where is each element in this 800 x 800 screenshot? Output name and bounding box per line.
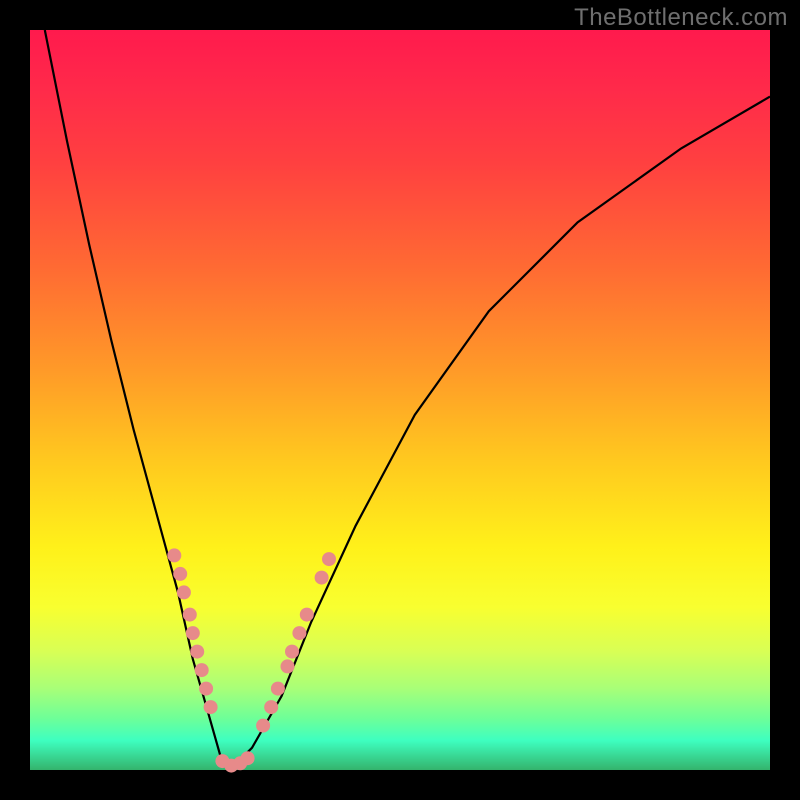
data-point-dot [281, 659, 295, 673]
data-point-dot [204, 700, 218, 714]
data-point-dot [271, 682, 285, 696]
data-point-dot [256, 719, 270, 733]
data-point-dot [173, 567, 187, 581]
data-point-dot [195, 663, 209, 677]
watermark-text: TheBottleneck.com [574, 4, 788, 32]
data-point-dot [300, 608, 314, 622]
data-point-dot [183, 608, 197, 622]
data-point-dot [186, 626, 200, 640]
chart-svg [30, 30, 770, 770]
chart-frame [30, 30, 770, 770]
data-point-dot [315, 571, 329, 585]
data-point-dot [177, 585, 191, 599]
data-point-dot [190, 645, 204, 659]
data-point-dot [241, 751, 255, 765]
v-curve-line [45, 30, 770, 766]
data-point-dot [285, 645, 299, 659]
data-point-dot [292, 626, 306, 640]
data-point-dot [199, 682, 213, 696]
data-point-dot [167, 548, 181, 562]
data-point-dot [264, 700, 278, 714]
data-point-dot [322, 552, 336, 566]
